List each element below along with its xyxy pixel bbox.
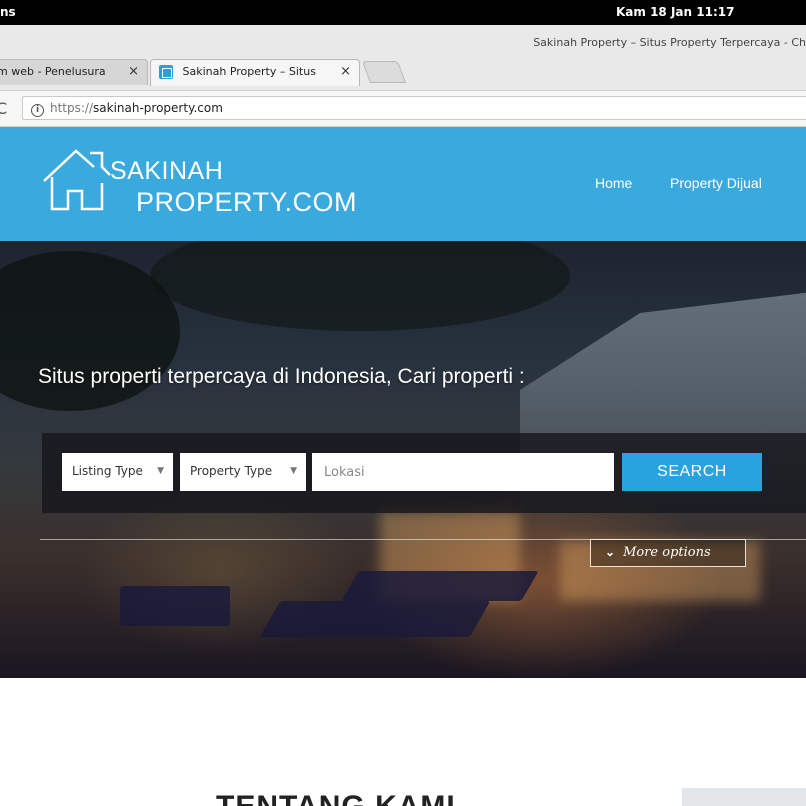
caret-down-icon: ▼ [290, 466, 297, 476]
chevron-down-icon: ⌄ [605, 545, 616, 559]
tab-penelusuran[interactable]: m web - Penelusura × [0, 59, 148, 85]
new-tab-button[interactable] [361, 61, 407, 83]
search-panel: Listing Type ▼ Property Type ▼ SEARCH [42, 433, 806, 513]
tab-label: Sakinah Property – Situs [182, 65, 316, 78]
favicon-icon [159, 65, 173, 79]
browser-titlebar: Sakinah Property – Situs Property Terper… [0, 25, 806, 91]
hero-tree-image [150, 241, 570, 331]
address-bar[interactable]: i https://sakinah-property.com [22, 96, 806, 120]
os-top-bar: ns Kam 18 Jan 11:17 [0, 0, 806, 25]
nav-home-link[interactable]: Home [595, 175, 632, 191]
reload-icon[interactable]: C [0, 99, 7, 118]
hero-lounger-image [120, 586, 230, 626]
url-scheme: https:// [50, 101, 94, 115]
logo-text-property[interactable]: PROPERTY.COM [136, 187, 357, 218]
tab-label: m web - Penelusura [0, 65, 106, 78]
property-type-value: Property Type [190, 464, 273, 478]
close-icon[interactable]: × [340, 64, 351, 79]
more-options-label: More options [623, 545, 711, 560]
house-logo-icon[interactable] [40, 147, 112, 217]
search-button[interactable]: SEARCH [622, 453, 762, 491]
hero-lounger-image [259, 601, 491, 637]
hero-banner: Situs properti terpercaya di Indonesia, … [0, 241, 806, 678]
more-options-button[interactable]: ⌄ More options [590, 539, 746, 567]
info-icon[interactable]: i [31, 104, 44, 117]
url-host: sakinah-property.com [93, 101, 223, 115]
hero-title: Situs properti terpercaya di Indonesia, … [38, 365, 525, 388]
property-type-select[interactable]: Property Type ▼ [180, 453, 306, 491]
os-activities-label[interactable]: ns [0, 5, 16, 19]
tab-sakinah[interactable]: Sakinah Property – Situs × [150, 59, 360, 86]
location-input[interactable] [312, 453, 614, 491]
nav-property-dijual-link[interactable]: Property Dijual [670, 175, 762, 191]
os-clock[interactable]: Kam 18 Jan 11:17 [616, 5, 734, 19]
listing-type-value: Listing Type [72, 464, 143, 478]
listing-type-select[interactable]: Listing Type ▼ [62, 453, 173, 491]
about-title: TENTANG KAMI [216, 790, 456, 806]
caret-down-icon: ▼ [157, 466, 164, 476]
hero-lounger-image [341, 571, 539, 601]
close-icon[interactable]: × [128, 64, 139, 79]
about-section: TENTANG KAMI [0, 678, 806, 806]
about-image [682, 788, 806, 806]
site-header: SAKINAH PROPERTY.COM Home Property Dijua… [0, 127, 806, 241]
window-title: Sakinah Property – Situs Property Terper… [533, 36, 806, 49]
browser-toolbar: C i https://sakinah-property.com [0, 91, 806, 127]
logo-text-sakinah[interactable]: SAKINAH [110, 157, 223, 186]
